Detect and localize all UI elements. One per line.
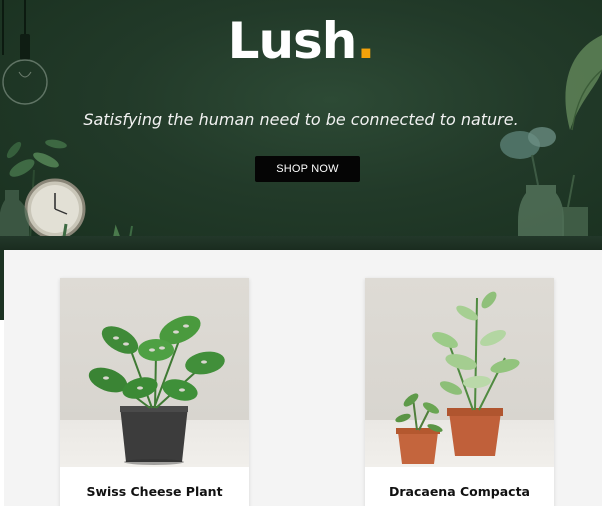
product-card-dracaena-compacta[interactable]: Dracaena Compacta	[365, 278, 554, 506]
hero-tagline: Satisfying the human need to be connecte…	[83, 110, 519, 129]
product-image[interactable]	[60, 278, 249, 467]
dracaena-plant-icon	[395, 291, 520, 464]
product-card-swiss-cheese-plant[interactable]: Swiss Cheese Plant	[60, 278, 249, 506]
brand-logo[interactable]: Lush.	[0, 12, 602, 70]
hero-banner: Lush. Satisfying the human need to be co…	[0, 0, 602, 250]
product-name[interactable]: Swiss Cheese Plant	[60, 484, 249, 499]
monstera-plant-icon	[88, 315, 225, 465]
brand-dot: .	[356, 12, 375, 70]
vase-plant-icon	[500, 127, 588, 247]
shop-now-button[interactable]: SHOP NOW	[255, 156, 360, 182]
product-name[interactable]: Dracaena Compacta	[365, 484, 554, 499]
product-grid: Swiss Cheese Plant Dracaena Compacta	[4, 250, 602, 506]
brand-name: Lush	[227, 12, 358, 70]
table-surface	[0, 236, 602, 250]
product-image[interactable]	[365, 278, 554, 467]
